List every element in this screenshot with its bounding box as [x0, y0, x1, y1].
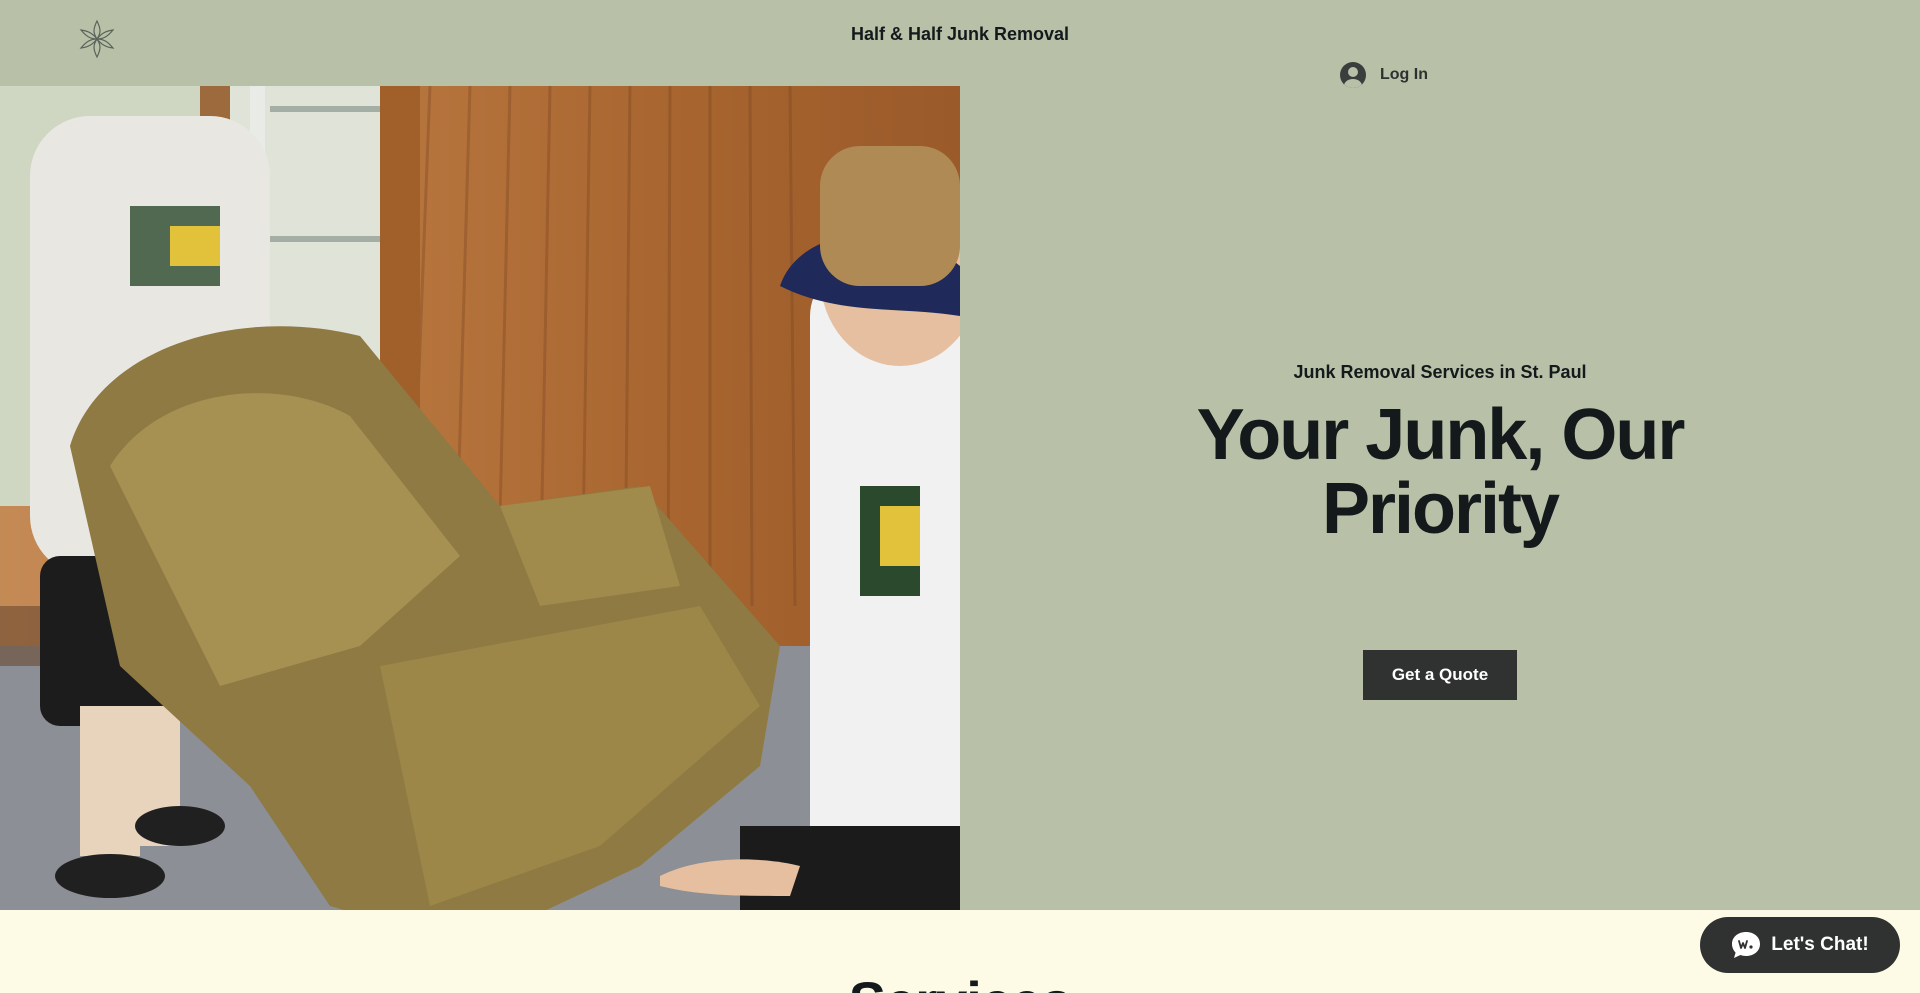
login-button[interactable]: Log In	[1340, 62, 1428, 88]
user-avatar-icon[interactable]	[1340, 62, 1366, 88]
get-quote-button[interactable]: Get a Quote	[1363, 650, 1517, 700]
hero-photo-illustration	[0, 86, 960, 910]
login-label[interactable]: Log In	[1380, 66, 1428, 84]
image-fade-overlay	[0, 910, 960, 944]
chat-bubble-icon[interactable]	[1731, 931, 1761, 959]
services-heading: Services	[0, 972, 1920, 993]
hero-subtitle: Junk Removal Services in St. Paul	[1293, 362, 1587, 382]
chat-label[interactable]: Let's Chat!	[1771, 934, 1868, 956]
hero-title: Your Junk, Our Priority	[1196, 395, 1686, 549]
hero-image	[0, 86, 960, 910]
chat-button[interactable]: Let's Chat!	[1700, 917, 1900, 973]
site-header: Half & Half Junk Removal Log In	[0, 0, 1920, 88]
site-title[interactable]: Half & Half Junk Removal	[0, 24, 1920, 45]
